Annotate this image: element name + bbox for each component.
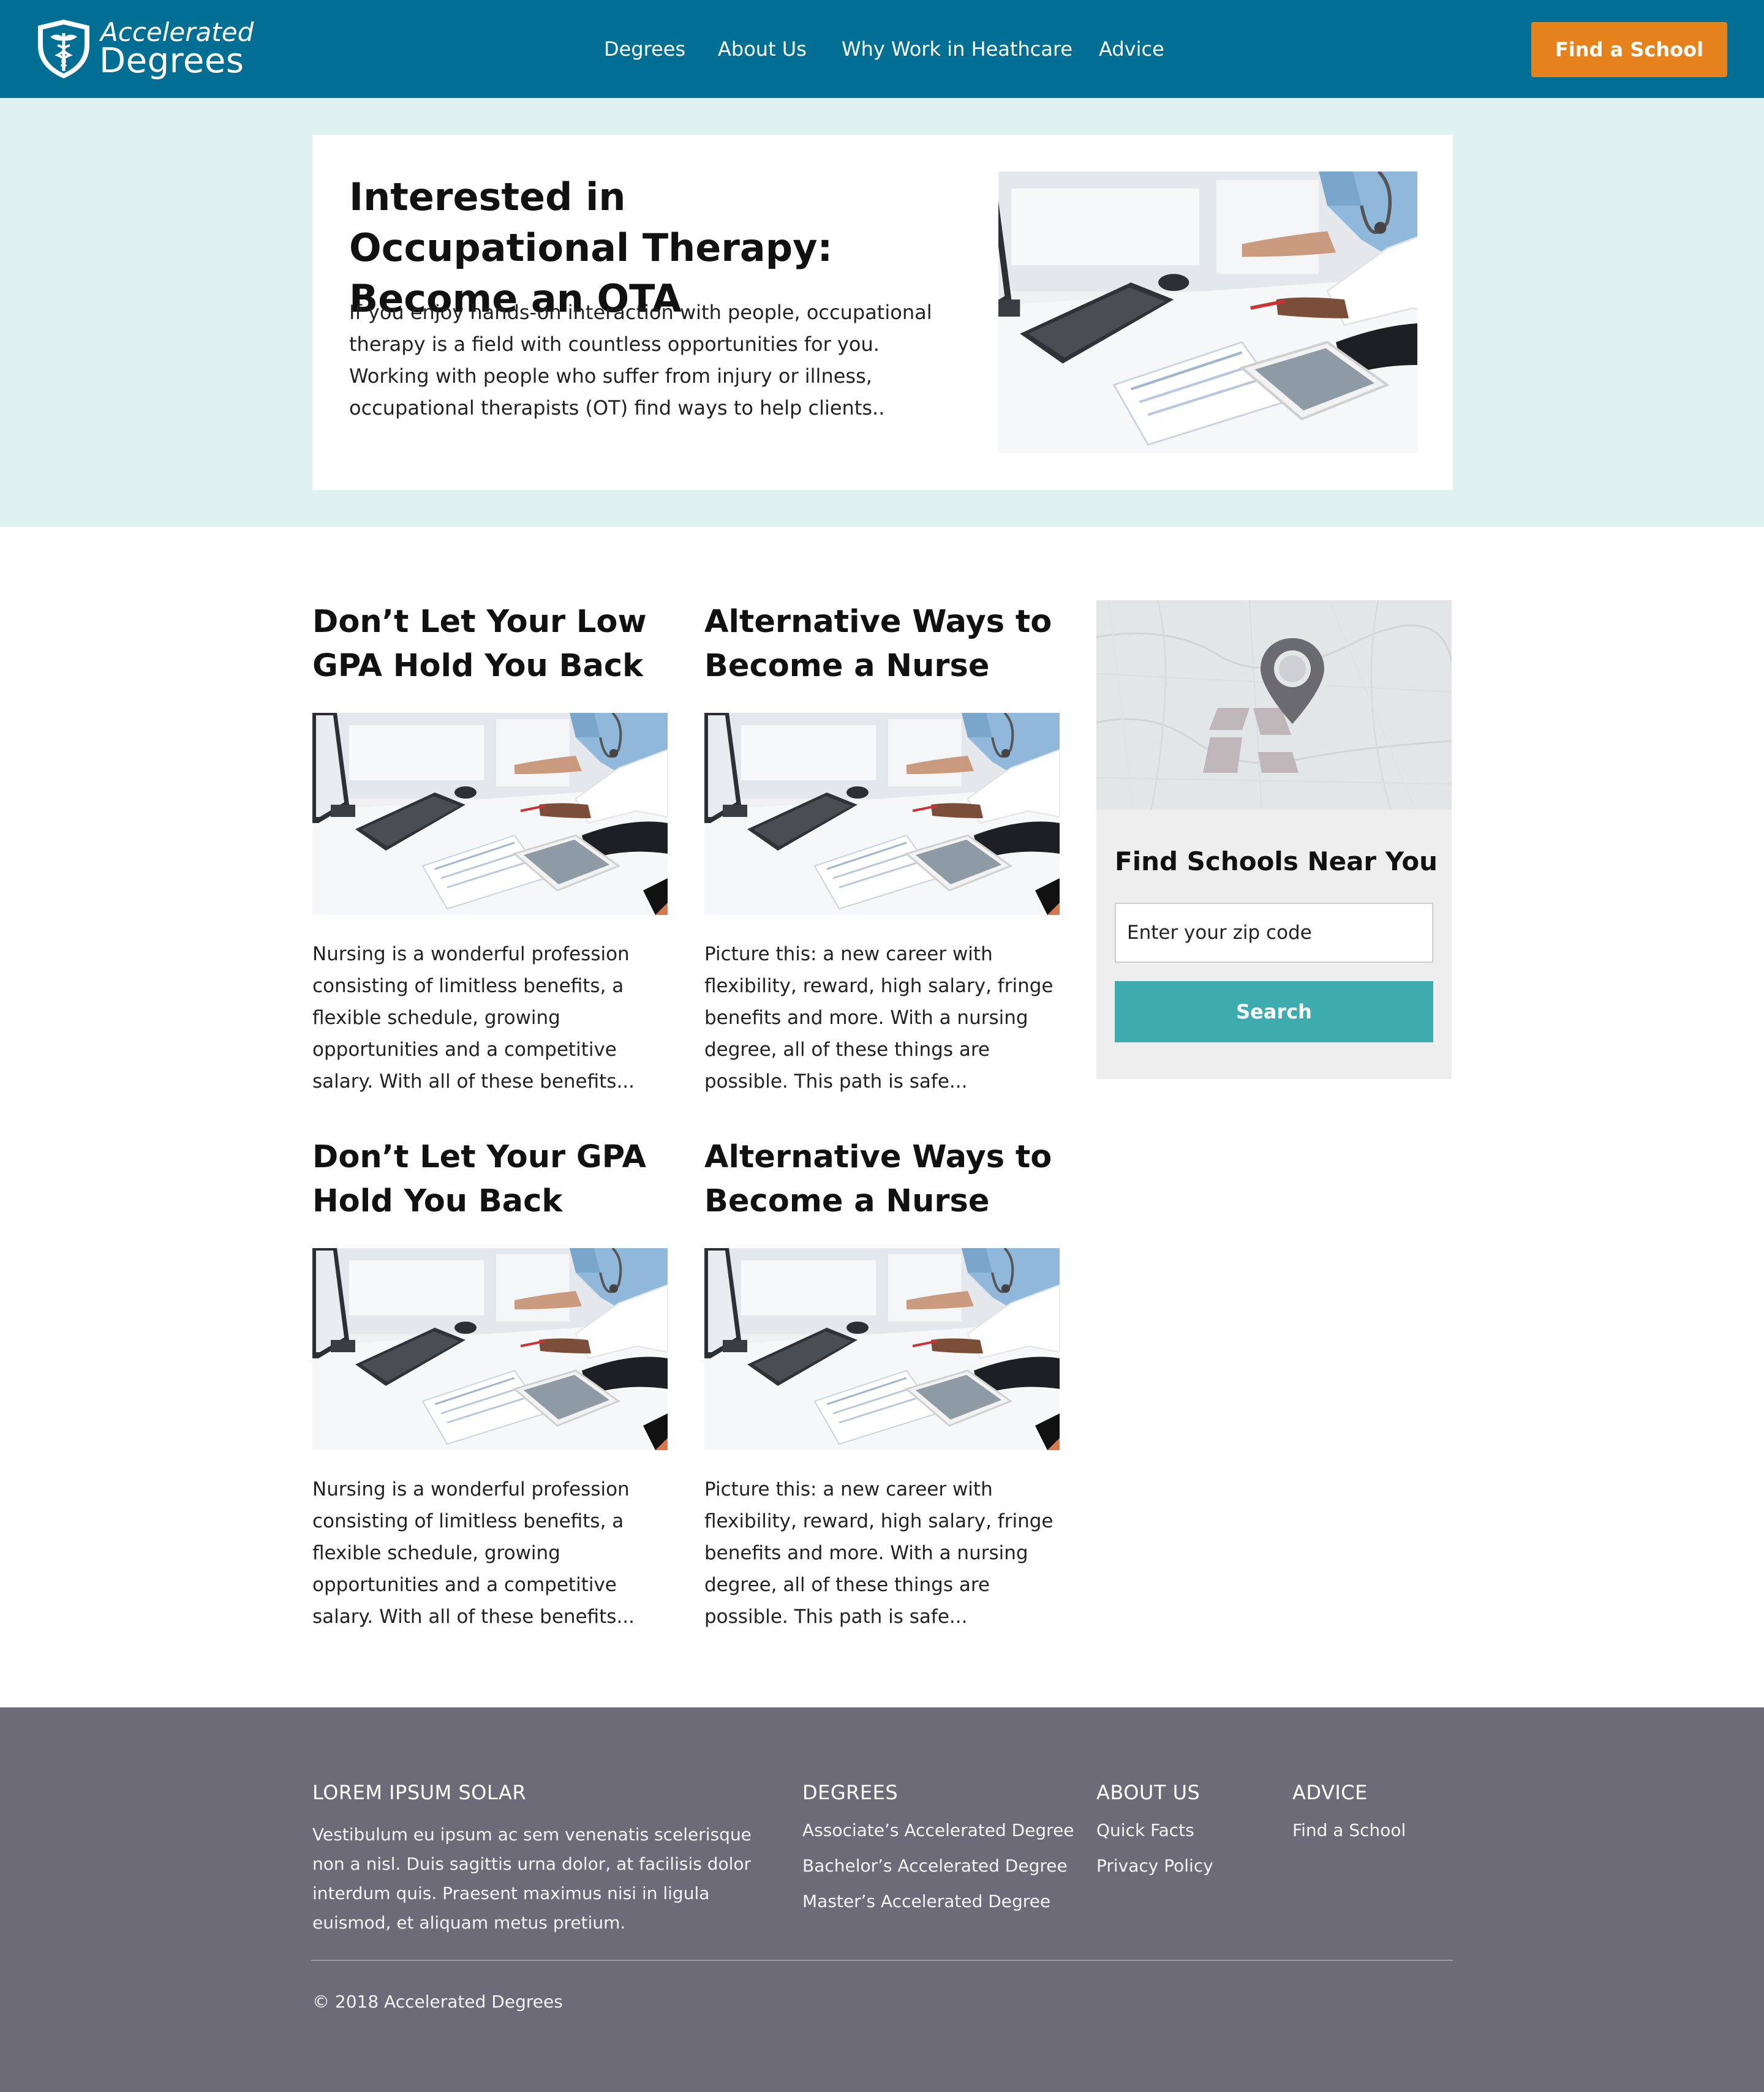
nav-degrees[interactable]: Degrees (604, 0, 685, 98)
article-image[interactable] (704, 1248, 1060, 1450)
article-title[interactable]: Don’t Let Your GPA Hold You Back (312, 1135, 692, 1224)
copyright-text: © 2018 Accelerated Degrees (312, 1992, 563, 2012)
article-image[interactable] (312, 713, 668, 915)
article-excerpt: Nursing is a wonderful profession consis… (312, 1478, 635, 1628)
footer-about-heading: LOREM IPSUM SOLAR (312, 1781, 527, 1804)
site-logo[interactable]: Accelerated Degrees (37, 17, 257, 81)
footer-link-quick-facts[interactable]: Quick Facts (1096, 1820, 1194, 1840)
footer-about-text: Vestibulum eu ipsum ac sem venenatis sce… (312, 1824, 752, 1933)
finder-title: Find Schools Near You (1115, 846, 1438, 876)
footer-link-associates-degree[interactable]: Associate’s Accelerated Degree (802, 1820, 1074, 1840)
medical-desk-photo (704, 1248, 1060, 1450)
article-excerpt: Picture this: a new career with flexibil… (704, 943, 1054, 1093)
article-title[interactable]: Don’t Let Your Low GPA Hold You Back (312, 600, 692, 688)
featured-article-card[interactable]: Interested in Occupational Therapy: Beco… (312, 135, 1453, 490)
featured-article-image[interactable] (998, 171, 1417, 453)
article-image[interactable] (312, 1248, 668, 1450)
site-header: Accelerated Degrees Degrees About Us Why… (0, 0, 1764, 98)
article-image[interactable] (704, 713, 1060, 915)
footer-link-masters-degree[interactable]: Master’s Accelerated Degree (802, 1891, 1050, 1911)
site-footer: LOREM IPSUM SOLAR Vestibulum eu ipsum ac… (0, 1707, 1764, 2092)
school-finder-widget: Find Schools Near You Search (1096, 600, 1452, 1079)
article-title[interactable]: Alternative Ways to Become a Nurse (704, 600, 1084, 688)
article-excerpt: Nursing is a wonderful profession consis… (312, 943, 635, 1093)
footer-advice-heading: ADVICE (1292, 1781, 1368, 1804)
featured-article-excerpt: If you enjoy hands-on interaction with p… (349, 301, 932, 420)
nav-advice[interactable]: Advice (1099, 0, 1164, 98)
nav-why-work-in-healthcare[interactable]: Why Work in Heathcare (842, 0, 1072, 98)
logo-wordmark-bottom: Degrees (99, 41, 244, 81)
footer-divider (311, 1960, 1453, 1961)
find-a-school-button[interactable]: Find a School (1531, 22, 1727, 77)
nav-about-us[interactable]: About Us (718, 0, 807, 98)
medical-desk-photo (998, 171, 1417, 453)
article-title[interactable]: Alternative Ways to Become a Nurse (704, 1135, 1084, 1224)
medical-desk-photo (312, 1248, 668, 1450)
footer-about-us-heading: ABOUT US (1096, 1781, 1200, 1804)
footer-link-find-a-school[interactable]: Find a School (1292, 1820, 1406, 1840)
caduceus-shield-icon (38, 20, 89, 78)
footer-degrees-heading: DEGREES (802, 1781, 899, 1804)
search-button[interactable]: Search (1115, 981, 1433, 1042)
footer-link-privacy-policy[interactable]: Privacy Policy (1096, 1856, 1213, 1876)
medical-desk-photo (704, 713, 1060, 915)
zip-code-input[interactable] (1115, 903, 1433, 963)
article-excerpt: Picture this: a new career with flexibil… (704, 1478, 1054, 1628)
footer-link-bachelors-degree[interactable]: Bachelor’s Accelerated Degree (802, 1856, 1068, 1876)
map-illustration (1096, 600, 1452, 810)
medical-desk-photo (312, 713, 668, 915)
